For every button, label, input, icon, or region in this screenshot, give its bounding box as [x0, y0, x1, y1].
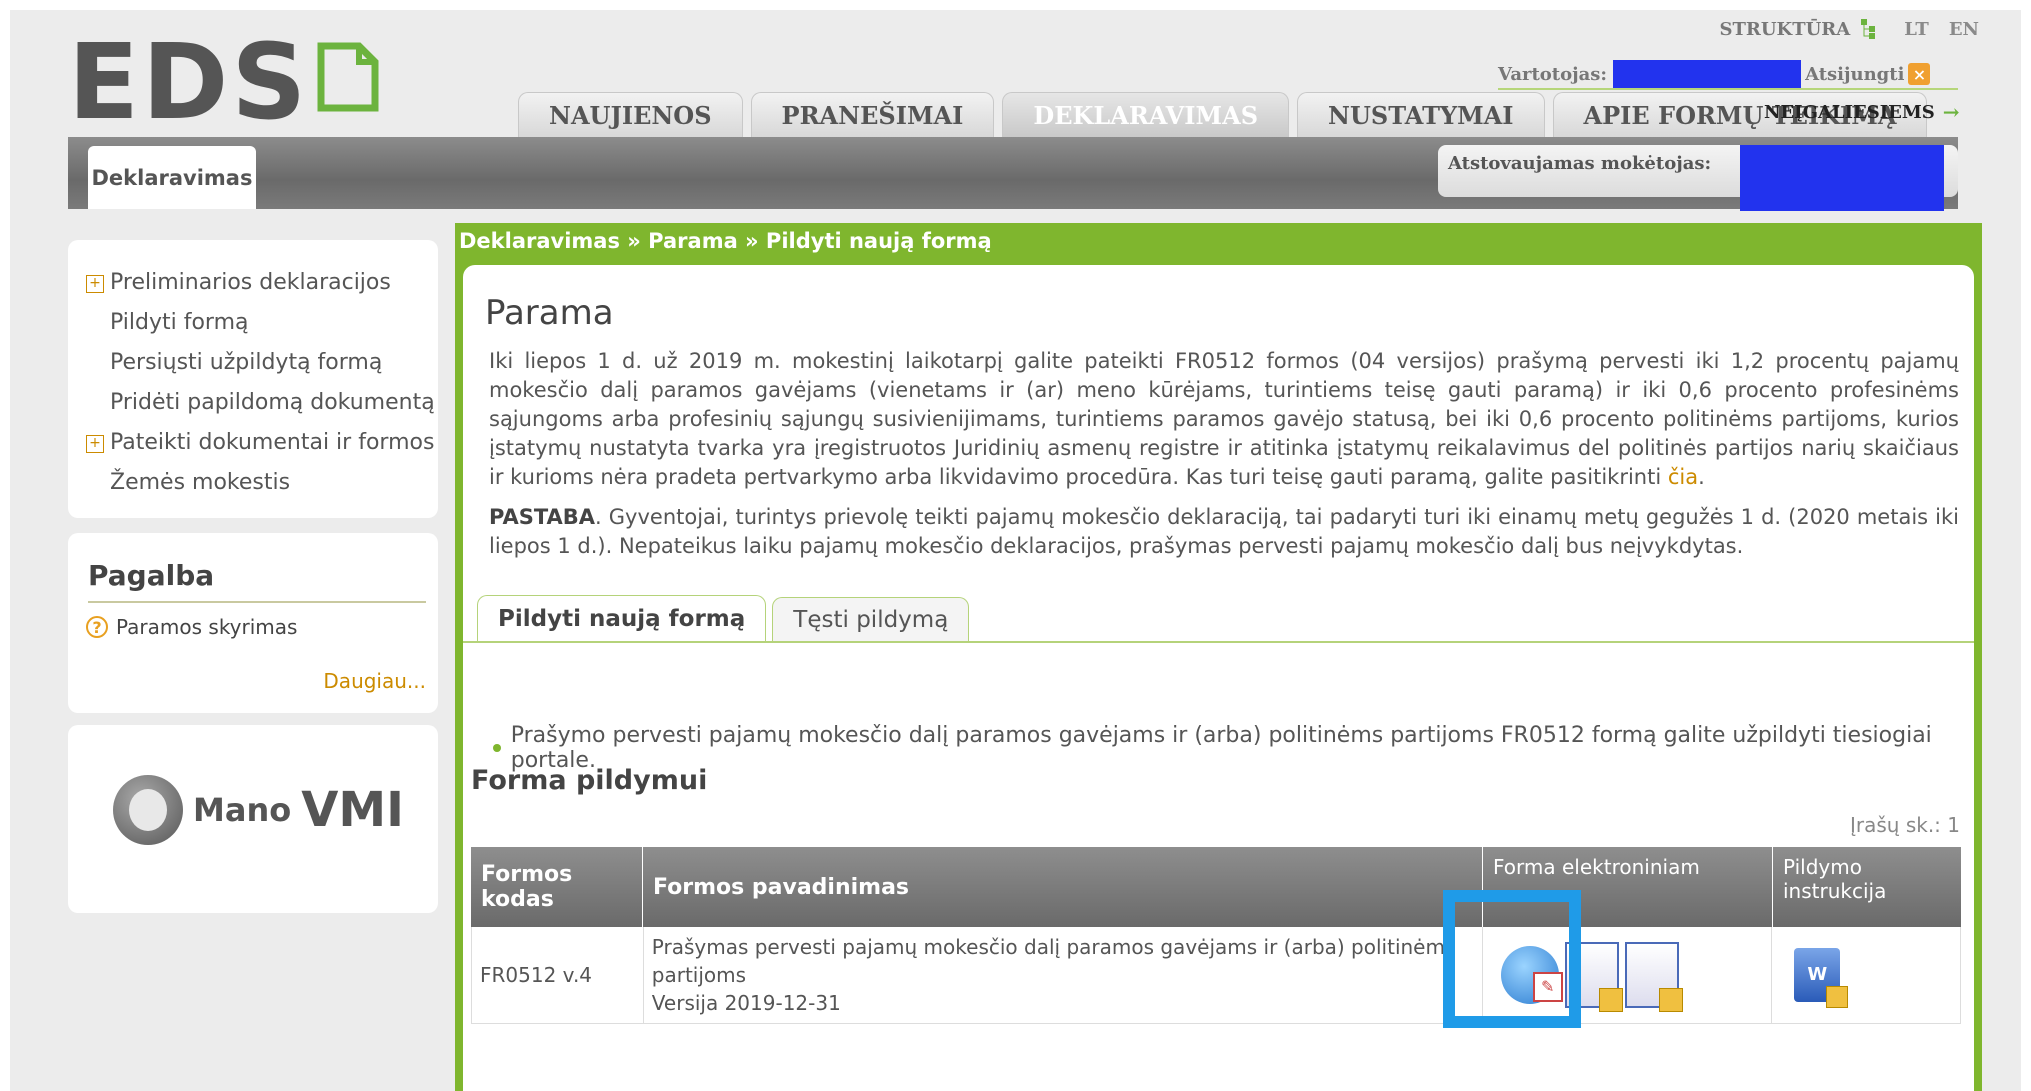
bullet-icon	[493, 744, 501, 752]
sidebar-item-preliminarios[interactable]: + Preliminarios deklaracijos	[86, 270, 391, 295]
accessibility-label: NEĮGALIESIEMS	[1764, 101, 1935, 123]
tab-testi-pildyma[interactable]: Tęsti pildymą	[772, 597, 970, 642]
lang-en[interactable]: EN	[1949, 19, 1979, 40]
sitemap-icon	[1861, 19, 1876, 39]
intro-paragraph: Iki liepos 1 d. už 2019 m. mokestinį lai…	[489, 349, 1959, 489]
structure-link-label: STRUKTŪRA	[1719, 18, 1851, 40]
sidebar-item-prideti[interactable]: Pridėti papildomą dokumentą	[110, 390, 435, 415]
download-form-icon[interactable]	[1624, 942, 1683, 1012]
form-code: FR0512 v.4	[472, 927, 644, 1023]
close-icon: ×	[1908, 63, 1931, 85]
sidebar-item-label: Preliminarios deklaracijos	[110, 270, 391, 295]
help-link-paramos[interactable]: ? Paramos skyrimas	[86, 615, 297, 639]
user-name-redacted	[1613, 60, 1802, 88]
represented-payer-label: Atstovaujamas mokėtojas:	[1448, 153, 1712, 174]
lang-lt[interactable]: LT	[1904, 19, 1929, 40]
note-text: . Gyventojai, turintys prievolę teikti p…	[489, 505, 1959, 558]
help-link-label: Paramos skyrimas	[116, 615, 298, 639]
col-instructions: Pildymo instrukcija	[1783, 855, 1887, 903]
tab-pranesimai[interactable]: PRANEŠIMAI	[750, 92, 995, 137]
form-name-line2: partijoms	[651, 963, 747, 987]
represented-payer-redacted[interactable]	[1740, 145, 1944, 211]
more-link[interactable]: Daugiau...	[323, 669, 426, 693]
subtab-deklaravimas[interactable]: Deklaravimas	[88, 146, 256, 209]
document-icon	[317, 42, 379, 112]
sidebar-item-label: Pateikti dokumentai ir formos	[110, 430, 435, 455]
tab-deklaravimas[interactable]: DEKLARAVIMAS	[1002, 92, 1290, 137]
structure-link[interactable]: STRUKTŪRA	[1720, 18, 1877, 40]
user-row: Vartotojas: Atsijungti ×	[1498, 60, 1931, 88]
record-count: Įrašų sk.: 1	[1849, 813, 1960, 837]
table-header: Formos kodas Formos pavadinimas Forma el…	[471, 847, 1961, 927]
check-link[interactable]: čia	[1668, 465, 1698, 489]
user-underline	[1498, 88, 1958, 90]
expand-icon: +	[86, 435, 104, 453]
sidebar-menu: + Preliminarios deklaracijos Pildyti form…	[68, 240, 438, 518]
question-icon: ?	[86, 616, 108, 638]
main-panel: Deklaravimas » Parama » Pildyti naują fo…	[455, 223, 1982, 1091]
expand-icon: +	[86, 275, 104, 293]
person-icon	[113, 775, 183, 845]
form-version: Versija 2019-12-31	[651, 991, 841, 1015]
help-title: Pagalba	[88, 559, 215, 592]
bullet-text: Prašymo pervesti pajamų mokesčio dalį pa…	[510, 723, 1932, 773]
intro-text: Iki liepos 1 d. už 2019 m. mokestinį lai…	[489, 349, 1959, 489]
accessibility-link[interactable]: NEĮGALIESIEMS →	[1764, 100, 1960, 124]
mano-vmi-big: VMI	[301, 782, 404, 838]
sidebar-item-pildyti[interactable]: Pildyti formą	[110, 310, 249, 335]
top-links: STRUKTŪRA LT EN	[1720, 18, 1980, 40]
sidebar-item-zemes-mokestis[interactable]: Žemės mokestis	[110, 470, 290, 495]
word-document-icon[interactable]: W	[1794, 948, 1849, 1008]
tabs-divider	[463, 641, 1974, 643]
instructions-cell: W	[1772, 927, 1960, 1023]
section-title: Forma pildymui	[471, 765, 708, 796]
form-name-line1: Prašymas pervesti pajamų mokesčio dalį p…	[651, 935, 1456, 959]
note-label: PASTABA	[489, 505, 596, 529]
forms-table: Formos kodas Formos pavadinimas Forma el…	[471, 847, 1961, 1024]
main-tabs: NAUJIENOS PRANEŠIMAI DEKLARAVIMAS NUSTAT…	[518, 92, 1928, 137]
note-paragraph: PASTABA. Gyventojai, turintys prievolę t…	[489, 503, 1959, 561]
tab-naujienos[interactable]: NAUJIENOS	[518, 92, 743, 137]
col-form-name[interactable]: Formos pavadinimas	[643, 847, 1483, 927]
eds-logo[interactable]: EDS	[68, 30, 379, 134]
mano-vmi-logo: Mano VMI	[113, 775, 404, 845]
mano-vmi-small: Mano	[193, 791, 292, 829]
sidebar-item-persiusti[interactable]: Persiųsti užpildytą formą	[110, 350, 382, 375]
form-name-cell: Prašymas pervesti pajamų mokesčio dalį p…	[644, 927, 1483, 1023]
breadcrumb: Deklaravimas » Parama » Pildyti naują fo…	[459, 229, 992, 253]
logo-text: EDS	[68, 21, 310, 143]
language-switch: LT EN	[1904, 19, 1979, 40]
logout-label: Atsijungti	[1805, 63, 1905, 85]
user-label: Vartotojas:	[1498, 63, 1608, 85]
content-area: Parama Iki liepos 1 d. už 2019 m. mokest…	[463, 265, 1974, 1091]
help-divider	[88, 601, 426, 603]
table-row: FR0512 v.4 Prašymas pervesti pajamų moke…	[471, 927, 1961, 1024]
sidebar-item-pateikti[interactable]: + Pateikti dokumentai ir formos	[86, 430, 434, 455]
page-title: Parama	[485, 293, 614, 333]
tab-nustatymai[interactable]: NUSTATYMAI	[1297, 92, 1545, 137]
help-box: Pagalba ? Paramos skyrimas Daugiau...	[68, 533, 438, 713]
arrow-right-icon: →	[1942, 100, 1960, 124]
represented-payer: Atstovaujamas mokėtojas:	[1438, 145, 1958, 211]
mano-vmi-banner[interactable]: Mano VMI	[68, 725, 438, 913]
form-tabs: Pildyti naują formą Tęsti pildymą	[477, 595, 970, 642]
col-form-code: Formos kodas	[471, 847, 643, 927]
logout-link[interactable]: Atsijungti ×	[1805, 63, 1931, 85]
bullet-item: Prašymo pervesti pajamų mokesčio dalį pa…	[493, 723, 1974, 773]
tab-pildyti-nauja[interactable]: Pildyti naują formą	[477, 595, 767, 642]
highlight-box	[1443, 890, 1581, 1028]
